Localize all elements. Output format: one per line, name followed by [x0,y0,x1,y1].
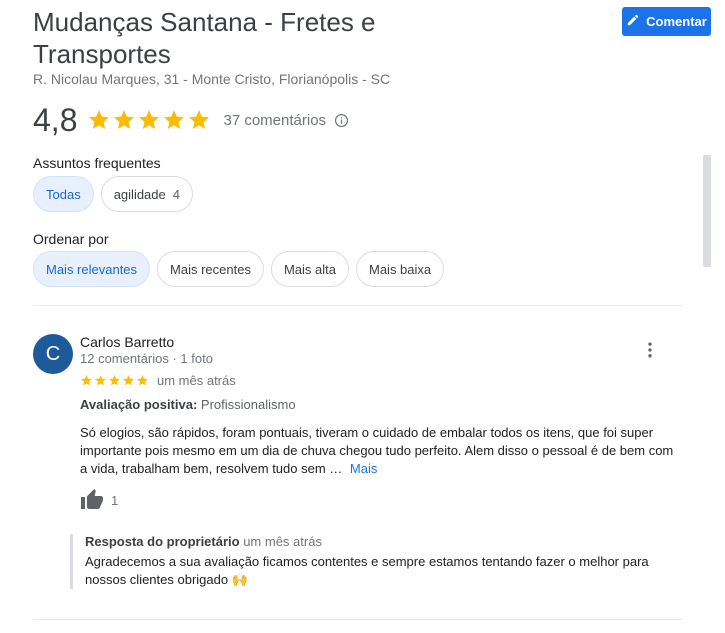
rating-summary: 4,8 37 comentários [33,100,349,140]
sort-chip-most-relevant[interactable]: Mais relevantes [33,251,151,287]
reviewer-name[interactable]: Carlos Barretto [80,334,174,350]
thumb-up-icon[interactable] [80,488,104,512]
review-time: um mês atrás [157,373,236,388]
comment-button-label: Comentar [646,14,707,29]
reviewer-avatar[interactable]: C [33,334,73,374]
rating-stars [87,108,211,132]
topic-chip-label: agilidade [113,186,166,202]
sort-label: Ordenar por [33,231,109,247]
star-icon [89,110,110,129]
owner-reply-time: um mês atrás [243,534,322,549]
owner-reply-text: Agradecemos a sua avaliação ficamos cont… [85,554,649,587]
rating-value: 4,8 [33,101,78,138]
star-icon [95,375,106,386]
topics-chip-row: Todas agilidade 4 [33,176,193,212]
divider [33,305,682,306]
star-icon [81,375,92,386]
more-link[interactable]: Mais [350,461,377,476]
star-icon [189,110,210,129]
owner-reply-label: Resposta do proprietário [85,534,240,549]
star-icon [123,375,134,386]
review-stars [80,374,149,387]
star-icon [137,375,148,386]
star-icon [164,110,185,129]
divider [33,619,682,620]
star-icon [109,375,120,386]
topic-chip-count: 4 [172,186,180,202]
comment-button[interactable]: Comentar [622,7,711,36]
topic-chip-agilidade[interactable]: agilidade 4 [100,176,193,212]
sort-chip-label: Mais recentes [170,261,251,277]
owner-reply: Resposta do proprietário um mês atrás Ag… [70,534,682,589]
sort-chip-label: Mais alta [283,261,336,277]
sort-chip-lowest[interactable]: Mais baixa [356,251,445,287]
review-rating: um mês atrás [80,373,236,388]
review-evaluation: Avaliação positiva: Profissionalismo [80,397,296,412]
more-vert-icon[interactable] [640,340,660,360]
review-text: Só elogios, são rápidos, foram pontuais,… [80,424,680,478]
sort-chip-label: Mais relevantes [46,261,138,277]
evaluation-label: Avaliação positiva: [80,397,198,412]
sort-chip-highest[interactable]: Mais alta [270,251,349,287]
sort-chip-label: Mais baixa [369,261,432,277]
sort-chip-row: Mais relevantes Mais recentes Mais alta … [33,251,445,287]
reviewer-meta: 12 comentários · 1 foto [80,351,213,366]
star-icon [114,110,135,129]
star-icon [139,110,160,129]
scrollbar-thumb[interactable] [703,155,711,267]
topic-chip-label: Todas [46,186,81,202]
topics-label: Assuntos frequentes [33,155,161,171]
sort-chip-newest[interactable]: Mais recentes [157,251,264,287]
like-count: 1 [111,492,119,508]
edit-icon [626,13,640,30]
place-title: Mudanças Santana - Fretes e Transportes [33,7,376,69]
topic-chip-todas[interactable]: Todas [33,176,94,212]
like-row: 1 [80,488,118,512]
review-count: 37 comentários [223,111,327,129]
owner-reply-header: Resposta do proprietário um mês atrás [85,534,682,549]
place-address: R. Nicolau Marques, 31 - Monte Cristo, F… [33,71,391,87]
info-icon[interactable] [334,113,349,128]
avatar-letter: C [45,342,61,365]
evaluation-value: Profissionalismo [200,397,296,412]
